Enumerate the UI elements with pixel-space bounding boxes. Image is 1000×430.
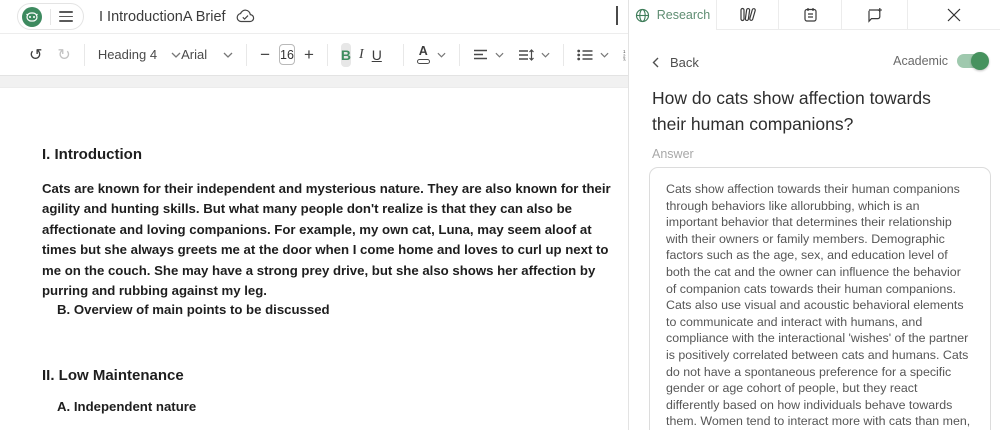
back-label: Back [670, 55, 699, 70]
line-spacing-button[interactable] [518, 49, 550, 61]
divider [563, 44, 564, 66]
font-family-dropdown[interactable]: Arial [181, 47, 233, 62]
close-icon [946, 7, 962, 23]
paragraph-style-dropdown[interactable]: Heading 4 [98, 47, 181, 62]
formatting-toolbar: ↺ ↻ Heading 4 Arial − 16 + B I [0, 34, 628, 76]
bold-button[interactable]: B [341, 43, 351, 67]
document-title[interactable]: I IntroductionA Brief [99, 9, 226, 25]
align-icon [473, 49, 488, 60]
app-logo-icon[interactable] [22, 7, 42, 27]
cloud-check-icon [236, 9, 255, 24]
academic-toggle[interactable] [957, 54, 987, 68]
notepad-icon [803, 7, 818, 23]
chevron-down-icon [223, 52, 233, 58]
redo-button[interactable]: ↻ [57, 45, 70, 64]
document-page[interactable]: I. Introduction Cats are known for their… [0, 88, 628, 430]
text-cursor [616, 6, 618, 25]
menu-pill[interactable] [17, 3, 84, 30]
bullet-list-button[interactable] [577, 49, 609, 61]
app-window: I IntroductionA Brief ↺ ↻ Heading 4 [0, 0, 1000, 430]
divider [403, 44, 404, 66]
align-button[interactable] [473, 49, 504, 60]
toggle-knob [971, 52, 989, 70]
text-color-button[interactable]: A [417, 45, 446, 64]
academic-label: Academic [893, 54, 948, 68]
panel-tab-bar: Research [629, 0, 1000, 30]
answer-textarea[interactable]: Cats show affection towards their human … [649, 167, 991, 430]
doc-heading-low-maintenance[interactable]: II. Low Maintenance [42, 367, 184, 384]
divider [459, 44, 460, 66]
text-color-icon: A [417, 45, 430, 64]
doc-heading-introduction[interactable]: I. Introduction [42, 146, 142, 163]
font-family-value: Arial [181, 47, 207, 62]
tab-notes[interactable] [779, 0, 842, 30]
chat-add-icon [866, 7, 883, 23]
divider [327, 44, 328, 66]
editor-region: I IntroductionA Brief ↺ ↻ Heading 4 [0, 0, 628, 430]
chevron-down-icon [600, 52, 609, 58]
page-margin-strip [0, 76, 628, 88]
font-size-increase-button[interactable]: + [304, 45, 314, 65]
title-bar: I IntroductionA Brief [0, 0, 628, 34]
hamburger-menu-icon[interactable] [59, 11, 73, 22]
chevron-down-icon [541, 52, 550, 58]
tab-research[interactable]: Research [629, 0, 717, 30]
answer-label: Answer [652, 147, 694, 161]
academic-toggle-group: Academic [893, 54, 987, 68]
line-spacing-icon [518, 49, 534, 61]
tab-library[interactable] [717, 0, 779, 30]
chevron-down-icon [437, 52, 446, 58]
italic-button[interactable]: I [359, 43, 364, 67]
svg-text:3: 3 [623, 57, 626, 61]
underline-button[interactable]: U [372, 43, 382, 67]
chevron-down-icon [171, 52, 181, 58]
doc-subpoint-independent[interactable]: A. Independent nature [57, 399, 196, 414]
research-panel: Research [628, 0, 1000, 430]
tab-research-label: Research [657, 8, 711, 22]
bullet-list-icon [577, 49, 593, 61]
divider [84, 44, 85, 66]
tab-chat-add[interactable] [842, 0, 908, 30]
divider [50, 9, 51, 25]
research-question: How do cats show affection towards their… [652, 85, 960, 137]
panel-close-button[interactable] [908, 0, 1000, 30]
divider [246, 44, 247, 66]
globe-icon [635, 8, 650, 23]
doc-subpoint-overview[interactable]: B. Overview of main points to be discuss… [57, 302, 330, 317]
font-size-input[interactable]: 16 [279, 44, 295, 65]
back-button[interactable]: Back [652, 55, 699, 70]
font-size-decrease-button[interactable]: − [260, 45, 270, 65]
doc-paragraph[interactable]: Cats are known for their independent and… [42, 179, 620, 301]
paragraph-style-value: Heading 4 [98, 47, 157, 62]
undo-button[interactable]: ↺ [29, 45, 42, 64]
library-books-icon [739, 7, 757, 22]
chevron-left-icon [652, 57, 659, 68]
chevron-down-icon [495, 52, 504, 58]
